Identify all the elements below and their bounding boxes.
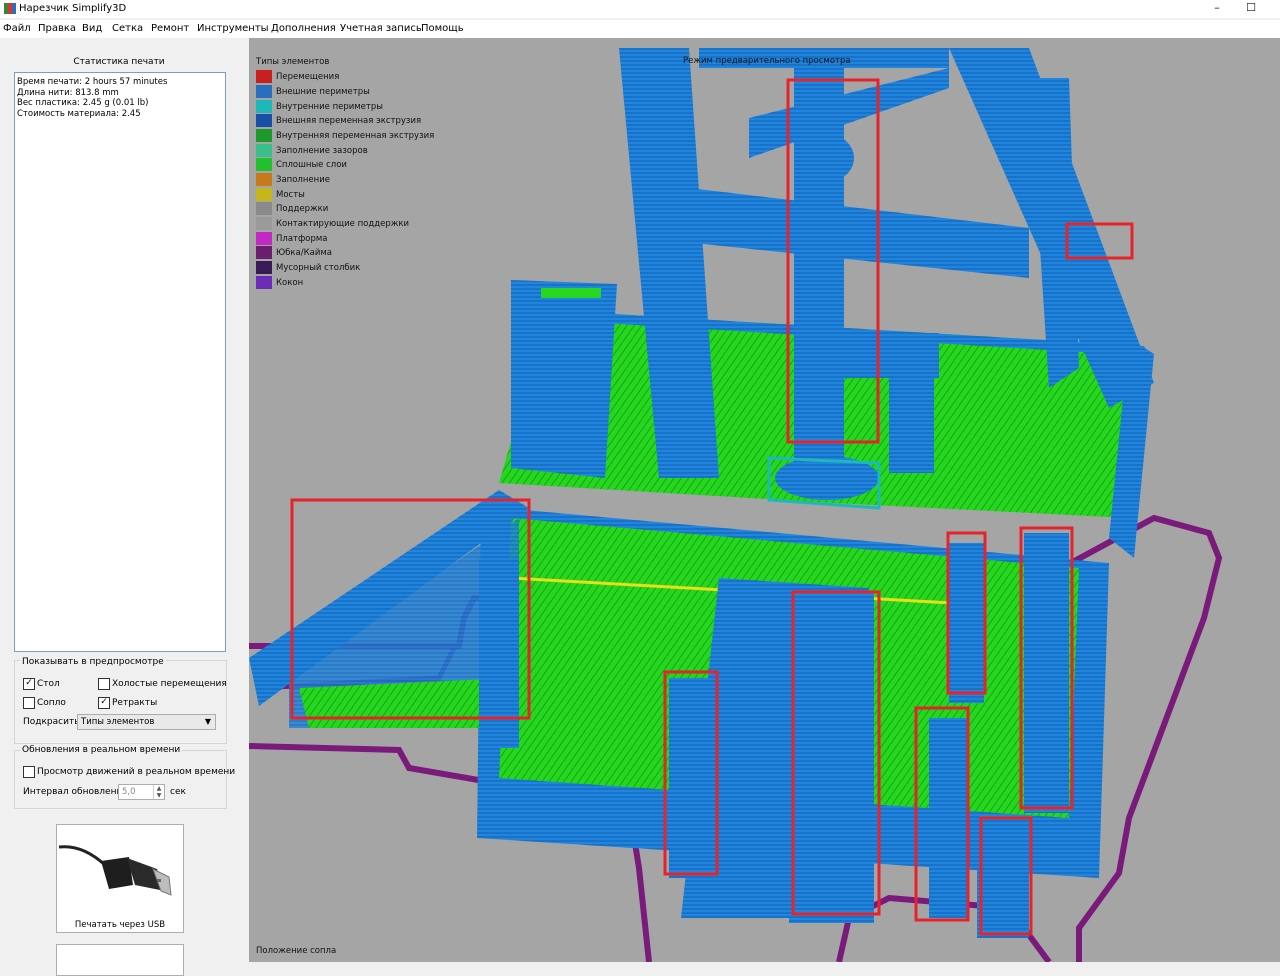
legend-label: Сплошные слои bbox=[276, 160, 347, 170]
stat-material-cost: Стоимость материала: 2.45 bbox=[17, 108, 141, 119]
legend-swatch bbox=[256, 100, 272, 113]
legend-swatch bbox=[256, 261, 272, 274]
menu-file[interactable]: Файл bbox=[3, 23, 31, 34]
menu-help[interactable]: Помощь bbox=[421, 23, 464, 34]
legend-title: Типы элементов bbox=[256, 57, 330, 67]
legend-label: Заполнение bbox=[276, 175, 330, 185]
preview-mode-label: Режим предварительного просмотра bbox=[683, 56, 851, 66]
interval-value: 5,0 bbox=[122, 787, 136, 797]
legend-swatch bbox=[256, 232, 272, 245]
stats-title: Статистика печати bbox=[73, 57, 165, 67]
legend-swatch bbox=[256, 114, 272, 127]
legend-swatch bbox=[256, 188, 272, 201]
legend-swatch bbox=[256, 246, 272, 259]
minimize-button[interactable]: – bbox=[1200, 0, 1234, 18]
legend-swatch bbox=[256, 158, 272, 171]
legend-label: Внутренняя переменная экструзия bbox=[276, 131, 435, 141]
bed-label: Стол bbox=[37, 679, 60, 689]
legend-swatch bbox=[256, 173, 272, 186]
menu-account[interactable]: Учетная запись bbox=[340, 23, 422, 34]
bed-checkbox[interactable]: ✓ bbox=[23, 678, 35, 690]
color-by-label: Подкрасить bbox=[23, 717, 80, 727]
toolpath-render bbox=[249, 48, 1223, 962]
chevron-down-icon: ▼ bbox=[204, 717, 211, 726]
print-usb-label: Печатать через USB bbox=[74, 920, 166, 930]
legend-label: Внешние периметры bbox=[276, 87, 370, 97]
legend-swatch bbox=[256, 202, 272, 215]
menu-edit[interactable]: Правка bbox=[38, 23, 76, 34]
stat-plastic-weight: Вес пластика: 2.45 g (0.01 lb) bbox=[17, 98, 149, 108]
color-by-select[interactable]: Типы элементов ▼ bbox=[77, 714, 216, 730]
menu-tools[interactable]: Инструменты bbox=[197, 23, 269, 34]
legend-swatch bbox=[256, 85, 272, 98]
interval-unit: сек bbox=[170, 787, 186, 797]
menu-view[interactable]: Вид bbox=[82, 23, 102, 34]
legend-label: Заполнение зазоров bbox=[276, 146, 368, 156]
realtime-title: Обновления в реальном времени bbox=[20, 745, 183, 755]
legend-label: Кокон bbox=[276, 278, 304, 288]
menu-repair[interactable]: Ремонт bbox=[151, 23, 189, 34]
nozzle-checkbox[interactable] bbox=[23, 697, 35, 709]
print-usb-button[interactable]: Печатать через USB bbox=[56, 824, 184, 933]
realtime-group bbox=[14, 750, 227, 809]
legend-swatch bbox=[256, 217, 272, 230]
idle-moves-label: Холостые перемещения bbox=[112, 679, 227, 689]
title-bar: Нарезчик Simplify3D – ☐ bbox=[0, 0, 1280, 18]
nozzle-position-label: Положение сопла bbox=[256, 946, 337, 956]
legend-swatch bbox=[256, 70, 272, 83]
menu-mesh[interactable]: Сетка bbox=[112, 23, 143, 34]
legend-swatch bbox=[256, 276, 272, 289]
window-title: Нарезчик Simplify3D bbox=[19, 3, 127, 14]
stat-print-time: Время печати: 2 hours 57 minutes bbox=[17, 77, 168, 87]
legend-swatch bbox=[256, 144, 272, 157]
stats-box[interactable]: Время печати: 2 hours 57 minutes Длина н… bbox=[14, 72, 226, 652]
retracts-label: Ретракты bbox=[112, 698, 158, 708]
legend-label: Внешняя переменная экструзия bbox=[276, 116, 422, 126]
legend-label: Контактирующие поддержки bbox=[276, 219, 410, 229]
menu-bar: Файл Правка Вид Сетка Ремонт Инструменты… bbox=[0, 20, 1280, 38]
legend-label: Юбка/Кайма bbox=[276, 248, 333, 258]
spin-arrows-icon[interactable]: ▲ ▼ bbox=[153, 785, 164, 799]
menu-addons[interactable]: Дополнения bbox=[271, 23, 336, 34]
color-by-value: Типы элементов bbox=[81, 717, 155, 727]
retracts-checkbox[interactable]: ✓ bbox=[98, 697, 110, 709]
preview-viewport[interactable]: Типы элементов Перемещения Внешние перим… bbox=[249, 38, 1280, 962]
app-icon bbox=[4, 3, 16, 14]
legend-label: Мосты bbox=[276, 190, 305, 200]
stat-filament-length: Длина нити: 813.8 mm bbox=[17, 87, 119, 98]
legend-label: Внутренние периметры bbox=[276, 102, 383, 112]
realtime-view-label: Просмотр движений в реальном времени bbox=[37, 767, 236, 777]
interval-input[interactable]: 5,0 ▲ ▼ bbox=[118, 784, 165, 800]
legend-label: Поддержки bbox=[276, 204, 329, 214]
legend-label: Мусорный столбик bbox=[276, 263, 361, 273]
legend-label: Перемещения bbox=[276, 72, 340, 82]
legend-swatch bbox=[256, 129, 272, 142]
maximize-button[interactable]: ☐ bbox=[1234, 0, 1268, 18]
usb-cable-icon bbox=[58, 845, 172, 896]
realtime-view-checkbox[interactable] bbox=[23, 766, 35, 778]
interval-label: Интервал обновления bbox=[23, 787, 128, 797]
secondary-action-button[interactable] bbox=[56, 944, 184, 976]
nozzle-label: Сопло bbox=[37, 698, 66, 708]
legend-label: Платформа bbox=[276, 234, 328, 244]
idle-moves-checkbox[interactable] bbox=[98, 678, 110, 690]
preview-options-title: Показывать в предпросмотре bbox=[20, 657, 166, 667]
